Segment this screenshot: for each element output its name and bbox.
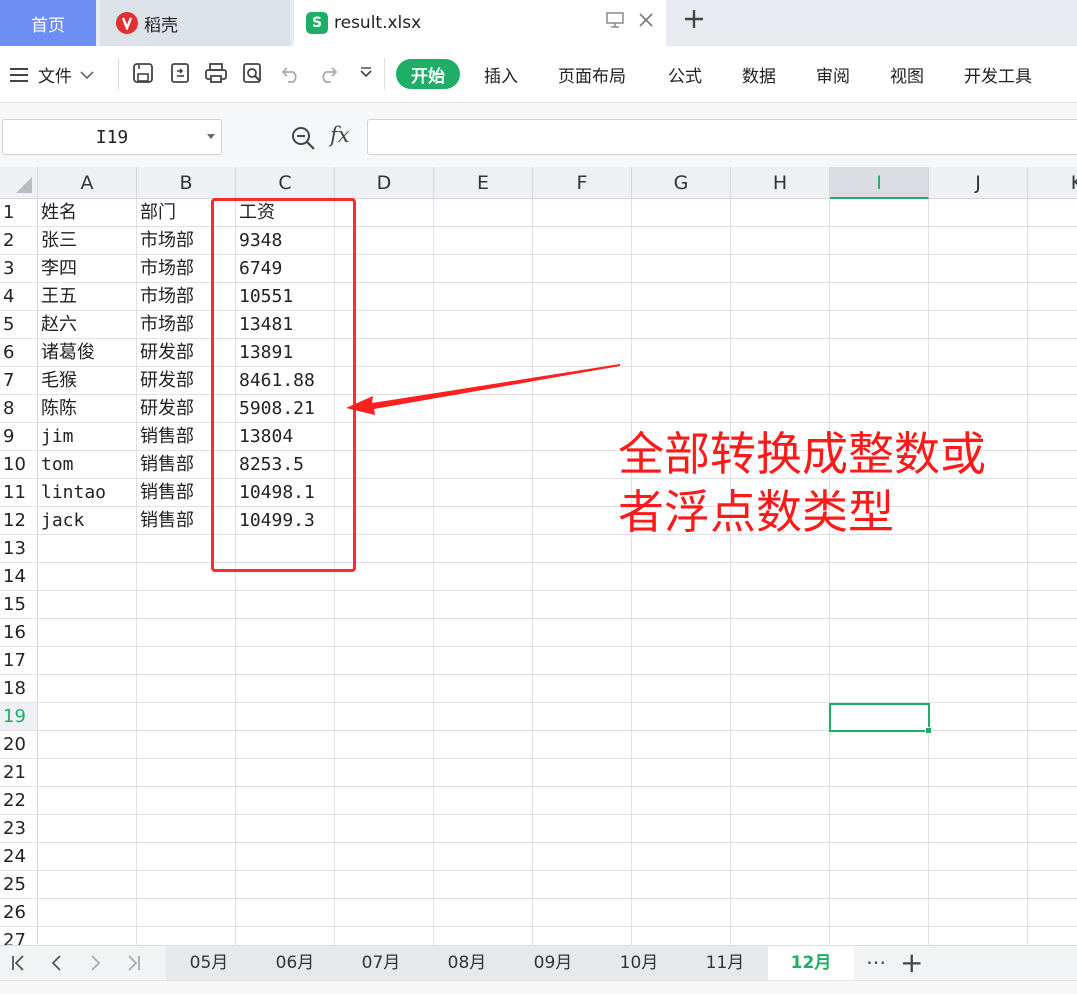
sheet-tab[interactable]: 09月 xyxy=(510,946,596,980)
sheet-tab[interactable]: 08月 xyxy=(424,946,510,980)
spreadsheet-grid[interactable]: ABCDEFGHIJK 1234567891011121314151617181… xyxy=(0,167,1077,945)
last-sheet-icon[interactable] xyxy=(122,950,146,976)
ribbon-tab-formula[interactable]: 公式 xyxy=(668,62,702,87)
name-box[interactable]: I19 xyxy=(2,119,222,155)
tab-file-label: result.xlsx xyxy=(334,13,422,33)
sheet-tab[interactable]: 07月 xyxy=(338,946,424,980)
ribbon-tab-insert[interactable]: 插入 xyxy=(484,62,518,87)
tab-daoke-label: 稻壳 xyxy=(144,15,178,36)
save-icon[interactable] xyxy=(130,60,156,86)
file-menu-button[interactable]: 文件 xyxy=(10,62,94,87)
tab-result-file[interactable]: S result.xlsx xyxy=(294,0,666,46)
zoom-search-icon[interactable] xyxy=(290,125,316,155)
tab-daoke[interactable]: 稻壳 xyxy=(100,0,290,46)
ribbon-separator xyxy=(118,58,119,90)
tab-home[interactable]: 首页 xyxy=(0,0,96,46)
ribbon-tab-developer[interactable]: 开发工具 xyxy=(964,62,1032,87)
formula-bar: I19 fx xyxy=(0,103,1077,167)
ribbon-tab-start-label: 开始 xyxy=(411,66,445,87)
status-bar xyxy=(0,980,1077,994)
sheet-tab[interactable]: 12月 xyxy=(768,946,854,980)
insert-function-button[interactable]: fx xyxy=(330,123,350,147)
print-icon[interactable] xyxy=(203,60,229,86)
sheet-tabs: 05月 06月 07月 08月 09月 10月 11月 12月 xyxy=(166,946,854,980)
ribbon-tab-data[interactable]: 数据 xyxy=(742,62,776,87)
ribbon-tab-page-layout[interactable]: 页面布局 xyxy=(558,62,626,87)
monitor-icon[interactable] xyxy=(606,12,624,33)
annotation-line-2: 者浮点数类型 xyxy=(618,485,894,539)
export-icon[interactable] xyxy=(167,60,193,86)
sheet-tab[interactable]: 06月 xyxy=(252,946,338,980)
sheet-tab[interactable]: 10月 xyxy=(596,946,682,980)
redo-icon[interactable] xyxy=(315,60,341,86)
daoke-logo-icon xyxy=(116,12,138,34)
ribbon-toolbar: 文件 开始 插入 页面布局 公式 数据 审阅 视图 开发工具 xyxy=(0,46,1077,103)
file-menu-label: 文件 xyxy=(38,67,72,87)
new-tab-plus-icon[interactable] xyxy=(680,8,708,36)
annotation-arrow xyxy=(346,364,620,415)
undo-icon[interactable] xyxy=(278,60,304,86)
more-sheets-icon[interactable]: ⋯ xyxy=(866,950,886,974)
sheet-tab-bar: 05月 06月 07月 08月 09月 10月 11月 12月 ⋯ + xyxy=(0,945,1077,980)
print-preview-icon[interactable] xyxy=(240,60,266,86)
ribbon-tab-review[interactable]: 审阅 xyxy=(816,62,850,87)
sheet-tab[interactable]: 05月 xyxy=(166,946,252,980)
spreadsheet-app-icon: S xyxy=(306,12,328,34)
chevron-down-icon xyxy=(80,65,94,85)
close-tab-icon[interactable] xyxy=(638,12,654,33)
annotation-line-1: 全部转换成整数或 xyxy=(618,427,986,481)
sheet-tab[interactable]: 11月 xyxy=(682,946,768,980)
prev-sheet-icon[interactable] xyxy=(44,950,68,976)
ribbon-separator xyxy=(384,58,385,90)
first-sheet-icon[interactable] xyxy=(6,950,30,976)
quick-access-dropdown-icon[interactable] xyxy=(353,60,379,86)
ribbon-tab-start[interactable]: 开始 xyxy=(396,59,460,89)
annotation-text: 全部转换成整数或 者浮点数类型 xyxy=(618,425,1038,541)
formula-input[interactable] xyxy=(367,119,1077,155)
chevron-down-icon[interactable] xyxy=(207,134,215,139)
next-sheet-icon[interactable] xyxy=(84,950,108,976)
name-box-value: I19 xyxy=(95,126,129,148)
add-sheet-icon[interactable]: + xyxy=(900,946,923,980)
hamburger-icon xyxy=(10,67,28,82)
tab-home-label: 首页 xyxy=(31,15,65,36)
window-tab-bar: 首页 稻壳 S result.xlsx xyxy=(0,0,1077,46)
ribbon-tab-view[interactable]: 视图 xyxy=(890,62,924,87)
